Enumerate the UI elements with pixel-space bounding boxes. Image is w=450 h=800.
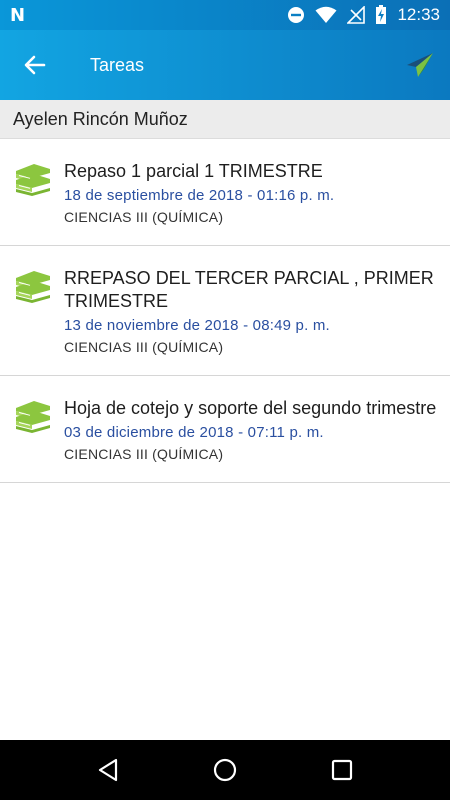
list-item[interactable]: Repaso 1 parcial 1 TRIMESTRE 18 de septi… — [0, 139, 450, 246]
send-button[interactable] — [390, 30, 450, 100]
back-button[interactable] — [0, 30, 70, 100]
system-nav-bar — [0, 740, 450, 800]
task-date: 03 de diciembre de 2018 - 07:11 p. m. — [64, 424, 324, 441]
task-title: RREPASO DEL TERCER PARCIAL , PRIMER TRIM… — [64, 268, 434, 311]
task-date: 13 de noviembre de 2018 - 08:49 p. m. — [64, 317, 330, 334]
task-subject: CIENCIAS III (QUÍMICA) — [64, 446, 224, 462]
list-item[interactable]: RREPASO DEL TERCER PARCIAL , PRIMER TRIM… — [0, 246, 450, 376]
square-recents-icon — [331, 759, 352, 781]
circle-home-icon — [213, 758, 237, 782]
nav-recents-button[interactable] — [322, 750, 362, 790]
triangle-back-icon — [99, 758, 118, 782]
status-icons: 12:33 — [287, 5, 440, 25]
arrow-back-icon — [24, 55, 46, 75]
notification-n-icon: N — [10, 4, 26, 26]
task-title: Repaso 1 parcial 1 TRIMESTRE — [64, 161, 323, 181]
page-title: Tareas — [90, 54, 145, 75]
task-date: 18 de septiembre de 2018 - 01:16 p. m. — [64, 187, 335, 204]
clock: 12:33 — [397, 5, 440, 24]
book-stack-icon — [16, 271, 50, 303]
battery-charging-icon — [376, 5, 387, 24]
signal-icon — [347, 6, 366, 24]
book-stack-icon — [16, 401, 50, 433]
task-list: Repaso 1 parcial 1 TRIMESTRE 18 de septi… — [0, 139, 450, 483]
task-subject: CIENCIAS III (QUÍMICA) — [64, 209, 224, 225]
task-title: Hoja de cotejo y soporte del segundo tri… — [64, 398, 437, 418]
paper-plane-icon — [407, 53, 433, 77]
nav-back-button[interactable] — [88, 750, 128, 790]
task-subject: CIENCIAS III (QUÍMICA) — [64, 339, 224, 355]
nav-home-button[interactable] — [205, 750, 245, 790]
do-not-disturb-icon — [288, 7, 305, 23]
list-item[interactable]: Hoja de cotejo y soporte del segundo tri… — [0, 376, 450, 483]
status-bar: N 12:33 — [0, 0, 450, 30]
student-name-header: Ayelen Rincón Muñoz — [0, 100, 450, 139]
app-bar: Tareas — [0, 30, 450, 100]
book-stack-icon — [16, 164, 50, 196]
wifi-icon — [315, 6, 337, 23]
